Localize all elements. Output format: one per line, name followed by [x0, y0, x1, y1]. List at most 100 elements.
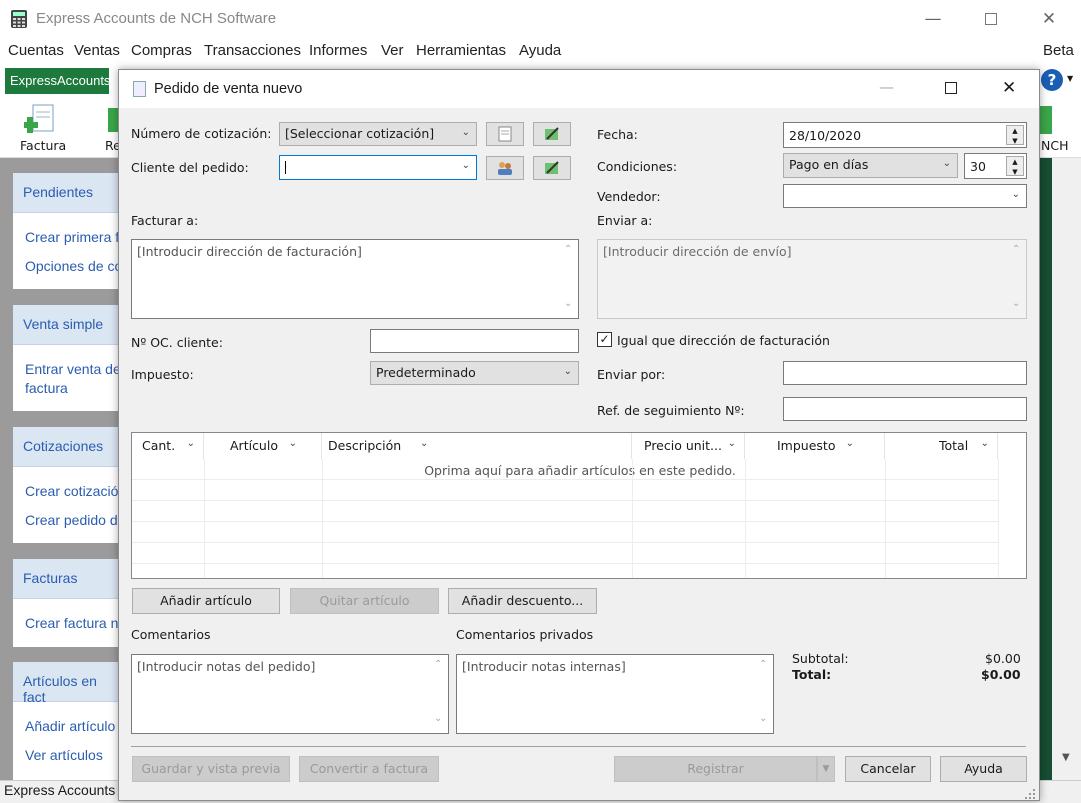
save-preview-button[interactable]: Guardar y vista previa — [132, 756, 290, 782]
tracking-input[interactable] — [783, 397, 1027, 421]
date-spinner[interactable]: ▲ ▼ — [1006, 125, 1024, 145]
menu-ayuda[interactable]: Ayuda — [519, 42, 561, 59]
help-icon[interactable]: ? — [1041, 69, 1063, 91]
sidebar-section-articulos[interactable]: Artículos en fact — [13, 662, 121, 705]
add-item-button[interactable]: Añadir artículo — [132, 588, 280, 614]
dialog-minimize-icon: — — [879, 78, 894, 96]
menu-informes[interactable]: Informes — [309, 42, 367, 59]
main-scrollbar[interactable]: ▼ — [1052, 158, 1081, 780]
edit-customer-button[interactable] — [533, 156, 571, 180]
chevron-down-icon: ⌄ — [980, 438, 989, 449]
sidebar-link-factura[interactable]: factura — [25, 379, 118, 398]
menu-transacciones[interactable]: Transacciones — [204, 42, 301, 59]
resize-grip-icon[interactable] — [1024, 788, 1036, 800]
po-number-input[interactable] — [370, 329, 579, 353]
chevron-down-icon: ⌄ — [461, 127, 470, 138]
dialog-maximize-button[interactable] — [945, 82, 957, 94]
grid-col-line — [998, 459, 999, 578]
po-number-label: Nº OC. cliente: — [131, 335, 223, 350]
date-input[interactable]: 28/10/2020 ▲ ▼ — [783, 122, 1027, 148]
menu-cuentas[interactable]: Cuentas — [8, 42, 64, 59]
close-button[interactable]: ✕ — [1026, 0, 1072, 38]
items-grid[interactable]: Cant. ⌄ Artículo ⌄ Descripción ⌄ Precio uni… — [131, 432, 1027, 579]
minimize-button[interactable]: — — [910, 0, 956, 38]
menu-ver[interactable]: Ver — [381, 42, 404, 59]
column-header-quantity[interactable]: Cant. ⌄ — [132, 433, 204, 459]
grid-row-line — [132, 521, 998, 522]
menu-herramientas[interactable]: Herramientas — [416, 42, 506, 59]
help-dropdown-icon[interactable]: ▼ — [1067, 74, 1073, 83]
comments-textarea[interactable]: [Introducir notas del pedido] ⌃ ⌄ — [131, 654, 449, 734]
register-dropdown-button[interactable]: ▼ — [817, 756, 835, 782]
column-header-tax-label: Impuesto — [777, 438, 836, 453]
date-label: Fecha: — [597, 127, 638, 142]
text-caret — [285, 161, 286, 174]
invoice-toolbar-button[interactable] — [22, 103, 58, 135]
sidebar-link-ver-articulos[interactable]: Ver artículos — [25, 746, 118, 765]
sidebar-link-crear-primera[interactable]: Crear primera f — [25, 228, 118, 247]
private-comments-textarea[interactable]: [Introducir notas internas] ⌃ ⌄ — [456, 654, 774, 734]
help-button[interactable]: Ayuda — [940, 756, 1027, 782]
bill-to-scrollbar[interactable]: ⌃ ⌄ — [560, 240, 578, 318]
column-header-item[interactable]: Artículo ⌄ — [204, 433, 322, 459]
ship-by-input[interactable] — [783, 361, 1027, 385]
terms-select[interactable]: Pago en días ⌄ — [783, 153, 958, 178]
add-discount-button[interactable]: Añadir descuento... — [448, 588, 597, 614]
column-header-description[interactable]: Descripción ⌄ — [322, 433, 632, 459]
sidebar-link-crear-factura[interactable]: Crear factura nu — [25, 614, 118, 633]
edit-quote-button[interactable] — [533, 122, 571, 146]
private-comments-scrollbar[interactable]: ⌃ ⌄ — [755, 655, 773, 733]
comments-scrollbar[interactable]: ⌃ ⌄ — [430, 655, 448, 733]
scroll-down-icon[interactable]: ▼ — [1062, 752, 1070, 763]
sidebar-section-cotizaciones[interactable]: Cotizaciones — [13, 427, 121, 467]
same-address-checkbox[interactable]: ✓ — [597, 332, 612, 347]
sidebar-link-crear-pedido[interactable]: Crear pedido de — [25, 511, 118, 530]
nch-toolbar-label[interactable]: NCH — [1041, 138, 1068, 153]
seller-select[interactable]: ⌄ — [783, 184, 1027, 208]
column-header-quantity-label: Cant. — [142, 438, 176, 453]
view-quote-button[interactable] — [486, 122, 524, 146]
terms-days-spinner[interactable]: ▲ ▼ — [1006, 156, 1024, 176]
bill-to-placeholder: [Introducir dirección de facturación] — [137, 244, 362, 259]
menu-ventas[interactable]: Ventas — [74, 42, 120, 59]
column-header-unit-price[interactable]: Precio unit... ⌄ — [632, 433, 745, 459]
grid-empty-hint[interactable]: Oprima aquí para añadir artículos en est… — [132, 463, 1028, 478]
column-header-tax[interactable]: Impuesto ⌄ — [745, 433, 885, 459]
terms-days-input[interactable]: 30 ▲ ▼ — [964, 153, 1027, 179]
convert-to-invoice-button[interactable]: Convertir a factura — [299, 756, 439, 782]
column-header-total[interactable]: Total ⌄ — [885, 433, 998, 459]
sidebar-section-facturas[interactable]: Facturas — [13, 559, 121, 599]
column-header-total-label: Total — [939, 438, 969, 453]
tax-select-value: Predeterminado — [376, 365, 476, 380]
add-customer-button[interactable] — [486, 156, 524, 180]
document-icon — [498, 126, 512, 142]
sidebar-section-venta-simple[interactable]: Venta simple — [13, 305, 121, 345]
sidebar-link-opciones[interactable]: Opciones de co — [25, 257, 118, 276]
chevron-down-icon: ⌄ — [845, 438, 854, 449]
sidebar-link-entrar-venta[interactable]: Entrar venta de — [25, 360, 118, 379]
private-comments-placeholder: [Introducir notas internas] — [462, 659, 626, 674]
subtotal-label: Subtotal: — [792, 651, 849, 666]
column-header-unit-price-label: Precio unit... — [644, 438, 722, 453]
customer-input[interactable]: ⌄ — [279, 155, 477, 180]
bill-to-textarea[interactable]: [Introducir dirección de facturación] ⌃ ⌄ — [131, 239, 579, 319]
ship-to-scrollbar[interactable]: ⌃ ⌄ — [1008, 240, 1026, 318]
remove-item-button[interactable]: Quitar artículo — [290, 588, 439, 614]
menu-beta[interactable]: Beta — [1043, 42, 1074, 59]
menu-compras[interactable]: Compras — [131, 42, 192, 59]
quote-select[interactable]: [Seleccionar cotización] ⌄ — [279, 122, 477, 146]
grid-col-line — [745, 459, 746, 578]
maximize-button[interactable] — [968, 0, 1014, 38]
sales-order-dialog: Pedido de venta nuevo — ✕ Número de coti… — [118, 69, 1040, 801]
tax-select[interactable]: Predeterminado ⌄ — [370, 361, 579, 385]
ship-to-textarea[interactable]: [Introducir dirección de envío] ⌃ ⌄ — [597, 239, 1027, 319]
sidebar-link-anadir-articulo[interactable]: Añadir artículo — [25, 717, 118, 736]
sidebar-link-crear-cotizacion[interactable]: Crear cotización — [25, 482, 118, 501]
dialog-close-button[interactable]: ✕ — [1002, 78, 1016, 98]
sidebar-section-pendientes[interactable]: Pendientes — [13, 173, 121, 213]
chevron-down-icon: ⌄ — [461, 160, 470, 171]
register-button[interactable]: Registrar — [614, 756, 817, 782]
cancel-button[interactable]: Cancelar — [845, 756, 931, 782]
receipt-icon — [108, 108, 118, 132]
expressaccounts-tab[interactable]: ExpressAccounts — [5, 68, 110, 94]
